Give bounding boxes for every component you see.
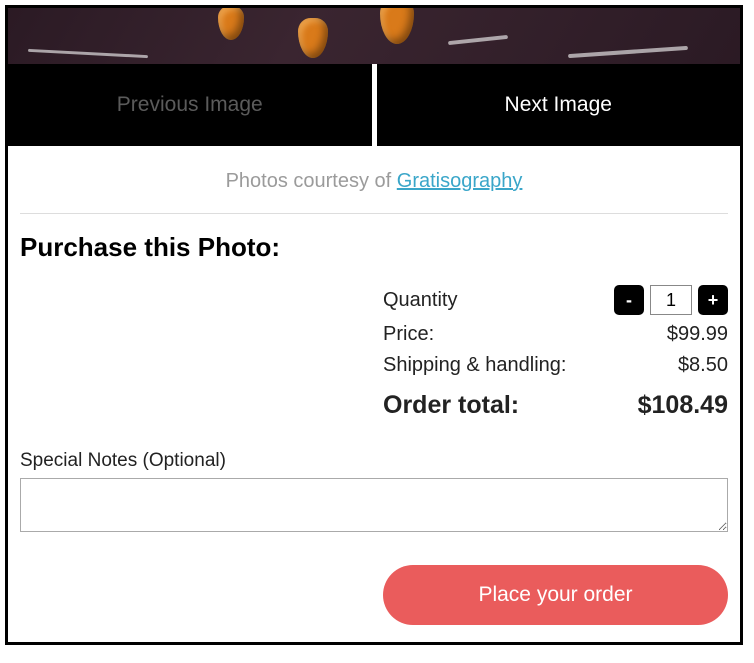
total-row: Order total: $108.49: [383, 381, 728, 424]
qty-decrement-button[interactable]: -: [614, 285, 644, 315]
qty-increment-button[interactable]: +: [698, 285, 728, 315]
purchase-section: Purchase this Photo: Quantity - + Price:…: [8, 214, 740, 625]
total-label: Order total:: [383, 391, 519, 420]
quantity-label: Quantity: [383, 289, 457, 312]
credit-link[interactable]: Gratisography: [397, 170, 523, 192]
quantity-row: Quantity - +: [383, 281, 728, 319]
hero-image: [8, 8, 740, 64]
quantity-stepper: - +: [614, 285, 728, 315]
shipping-label: Shipping & handling:: [383, 354, 566, 377]
credit-prefix: Photos courtesy of: [226, 170, 397, 192]
photo-credit: Photos courtesy of Gratisography: [8, 146, 740, 213]
previous-image-button[interactable]: Previous Image: [8, 64, 372, 146]
price-row: Price: $99.99: [383, 319, 728, 350]
price-value: $99.99: [667, 323, 728, 346]
place-order-button[interactable]: Place your order: [383, 565, 728, 625]
purchase-heading: Purchase this Photo:: [20, 232, 728, 263]
shipping-value: $8.50: [678, 354, 728, 377]
order-summary: Quantity - + Price: $99.99 Shipping & ha…: [383, 281, 728, 424]
price-label: Price:: [383, 323, 434, 346]
notes-label: Special Notes (Optional): [20, 450, 728, 472]
shipping-row: Shipping & handling: $8.50: [383, 350, 728, 381]
app-frame: Previous Image Next Image Photos courtes…: [5, 5, 743, 645]
quantity-input[interactable]: [650, 285, 692, 315]
next-image-button[interactable]: Next Image: [377, 64, 741, 146]
special-notes-textarea[interactable]: [20, 478, 728, 532]
total-value: $108.49: [638, 391, 728, 420]
image-nav: Previous Image Next Image: [8, 64, 740, 146]
